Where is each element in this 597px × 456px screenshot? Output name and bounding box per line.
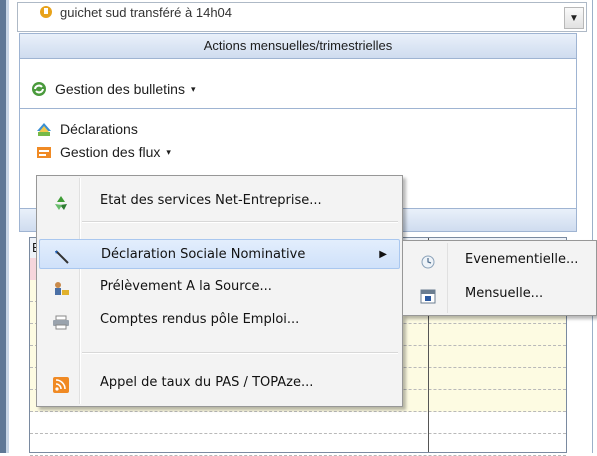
menu-item-label: Appel de taux du PAS / TOPAze...: [100, 375, 314, 390]
message-combobox[interactable]: guichet sud transféré à 14h04 ▼: [17, 2, 587, 32]
clock-icon: [419, 252, 437, 269]
menu-item-appel-taux[interactable]: Appel de taux du PAS / TOPAze...: [39, 368, 400, 398]
combobox-text: guichet sud transféré à 14h04: [60, 5, 233, 20]
menu-item-dsn[interactable]: Déclaration Sociale Nominative ▶: [39, 239, 400, 269]
dsn-submenu: Evenementielle... Mensuelle...: [402, 240, 597, 316]
menu-item-prelevement[interactable]: Prélèvement A la Source...: [39, 272, 400, 302]
notification-icon: [38, 5, 54, 19]
gestion-bulletins-link[interactable]: Gestion des bulletins ▾: [31, 81, 196, 97]
menu-item-label: Evenementielle...: [465, 252, 579, 267]
context-menu: Etat des services Net-Entreprise... Décl…: [36, 175, 403, 407]
flux-icon: [36, 144, 52, 160]
submenu-item-mensuelle[interactable]: Mensuelle...: [405, 279, 594, 309]
menu-item-label: Déclaration Sociale Nominative: [101, 247, 306, 262]
menu-separator: [82, 221, 398, 223]
declarations-link[interactable]: Déclarations: [36, 121, 138, 137]
person-money-icon: [52, 279, 70, 295]
declarations-icon: [36, 121, 52, 137]
divider: [19, 108, 577, 109]
menu-item-label: Prélèvement A la Source...: [100, 279, 272, 294]
rss-icon: [52, 375, 70, 393]
declarations-label: Déclarations: [60, 121, 138, 137]
section-header-monthly: Actions mensuelles/trimestrielles: [19, 33, 577, 59]
submenu-item-evenementielle[interactable]: Evenementielle...: [405, 245, 594, 275]
gestion-bulletins-label: Gestion des bulletins: [55, 81, 185, 97]
submenu-arrow-icon: ▶: [379, 249, 387, 260]
chevron-down-icon: ▾: [166, 146, 171, 157]
menu-item-label: Comptes rendus pôle Emploi...: [100, 312, 300, 327]
gestion-flux-link[interactable]: Gestion des flux ▾: [36, 144, 171, 160]
refresh-bulletin-icon: [31, 81, 47, 97]
menu-separator: [82, 352, 398, 354]
dsn-pen-icon: [53, 247, 71, 264]
menu-item-label: Etat des services Net-Entreprise...: [100, 193, 322, 208]
menu-item-comptes-rendus[interactable]: Comptes rendus pôle Emploi...: [39, 305, 400, 335]
gestion-flux-label: Gestion des flux: [60, 144, 161, 160]
printer-icon: [52, 312, 70, 330]
table-row[interactable]: [30, 412, 566, 434]
recycle-icon: [52, 193, 70, 210]
menu-item-etat-services[interactable]: Etat des services Net-Entreprise...: [39, 186, 400, 216]
menu-item-label: Mensuelle...: [465, 286, 544, 301]
calendar-icon: [419, 286, 437, 304]
combobox-dropdown-button[interactable]: ▼: [564, 7, 584, 29]
chevron-down-icon: ▾: [190, 83, 196, 94]
